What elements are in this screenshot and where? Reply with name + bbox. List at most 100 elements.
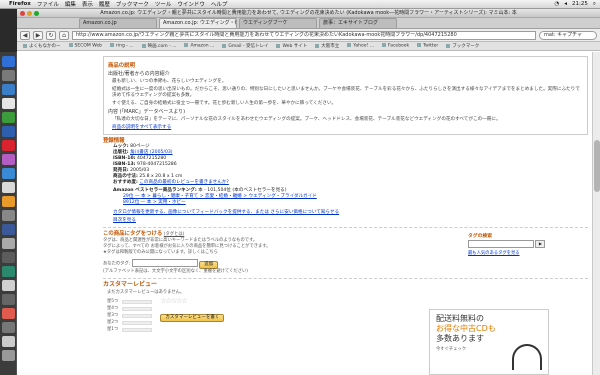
star-rating: ☆☆☆☆☆ xyxy=(160,296,187,305)
menu-edit[interactable]: 編集 xyxy=(65,0,76,8)
description-title: 商品の説明 xyxy=(108,63,135,69)
popular-tags-link[interactable]: 最も人気のあるタグを見る xyxy=(468,251,520,256)
navigation-toolbar: ◀ ▶ ↻ ⌂ http://www.amazon.co.jp/ウエディング親と… xyxy=(17,29,600,42)
forward-button[interactable]: ▶ xyxy=(33,30,43,40)
search-input[interactable]: mat: キャプチャ xyxy=(539,30,597,40)
app-icon-3[interactable] xyxy=(2,84,15,95)
app-icon-7[interactable] xyxy=(2,140,15,151)
category-rank-link[interactable]: 8912位 ― 本 > 実用・ホビー xyxy=(123,200,186,205)
bookmark-item[interactable]: 大阪市立 xyxy=(315,43,339,49)
app-menu[interactable]: Firefox xyxy=(9,1,31,7)
headphones-icon xyxy=(512,344,542,370)
menu-bookmarks[interactable]: ブックマーク xyxy=(116,0,149,8)
minimize-icon[interactable] xyxy=(27,11,32,16)
address-bar[interactable]: http://www.amazon.co.jp/ウエディング親と夢共にスタイル時… xyxy=(72,30,536,40)
rating-row: 星2つ xyxy=(107,320,153,326)
write-review-button[interactable]: カスタマーレビューを書く xyxy=(160,313,225,322)
tag-input-label: あなたのタグ: xyxy=(103,261,131,267)
back-button[interactable]: ◀ xyxy=(20,30,30,40)
app-icon-20[interactable] xyxy=(2,322,15,333)
ad-text: 配送料無料の xyxy=(436,314,484,323)
category-rank-link[interactable]: 29位 ― 本 > 暮らし・健康・子育て > 恋愛・結婚・離婚 > ウエディング… xyxy=(123,194,317,199)
menu-help[interactable]: ヘルプ xyxy=(211,0,228,8)
feedback-link[interactable]: カタログ情報を更新する、画像についてフィードバックを提供する、または さらに安い… xyxy=(113,210,339,215)
app-icon-6[interactable] xyxy=(2,126,15,137)
show-full-description-link[interactable]: 商品の説明をすべて表示する xyxy=(112,125,171,130)
app-icon-10[interactable] xyxy=(2,182,15,193)
home-icon[interactable]: ⌂ xyxy=(59,30,69,40)
app-icon-8[interactable] xyxy=(2,154,15,165)
reviews-title: カスタマーレビュー xyxy=(103,280,158,288)
title-bar: Amazon.co.jp: ウエディング・親と夢共にスタイル時間と費用能力をあわ… xyxy=(17,9,600,18)
zoom-icon[interactable] xyxy=(34,11,39,16)
detail-row: おすすめ度: この商品の最初のレビューを書きませんか? xyxy=(113,180,229,185)
bookmark-item[interactable]: ブックマーク xyxy=(446,43,479,49)
tags-title: この商品にタグをつける xyxy=(103,231,163,237)
marc-heading: 内容 (「MARC」データベースより) xyxy=(108,109,186,115)
app-icon-18[interactable] xyxy=(2,294,15,305)
app-icon-2[interactable] xyxy=(2,70,15,81)
tag-input[interactable] xyxy=(131,259,198,267)
app-icon-16[interactable] xyxy=(2,266,15,277)
dock xyxy=(0,52,17,375)
tab-amazon-home[interactable]: Amazon.co.jp xyxy=(79,18,157,28)
marc-text: 「私達の大切な日」をテーマに、パーソナルな花のスタイルをあわせたウエディングの提… xyxy=(112,117,501,122)
description-text: 最も新しい、いつの季節も、花らしいウエディングを。 xyxy=(112,79,227,84)
spotlight-icon[interactable]: ⌕ xyxy=(593,1,596,8)
menu-bar: Firefox ファイル 編集 表示 履歴 ブックマーク ツール ウインドウ ヘ… xyxy=(0,0,600,9)
app-icon-9[interactable] xyxy=(2,168,15,179)
tag-search-button[interactable]: ▶ xyxy=(535,240,546,248)
browser-window: Amazon.co.jp: ウエディング・親と夢共にスタイル時間と費用能力をあわ… xyxy=(17,9,600,375)
bookmark-item[interactable]: Gmail - 受信トレイ xyxy=(222,43,268,49)
bookmark-item[interactable]: Yahoo! ... xyxy=(347,43,374,49)
product-description: 商品の説明 出版社/著者からの内容紹介 最も新しい、いつの季節も、花らしいウエデ… xyxy=(103,56,588,135)
finder-icon[interactable] xyxy=(2,56,15,67)
bookmark-item[interactable]: 映画.com - ... xyxy=(142,43,177,49)
window-title: Amazon.co.jp: ウエディング・親と夢共にスタイル時間と費用能力をあわ… xyxy=(100,10,517,16)
scrollbar-thumb[interactable] xyxy=(594,140,600,192)
app-icon-14[interactable] xyxy=(2,238,15,249)
volume-icon[interactable]: ◂ xyxy=(564,1,567,8)
app-icon-19[interactable] xyxy=(2,308,15,319)
menu-file[interactable]: ファイル xyxy=(37,0,59,8)
bookmarks-bar: よくもなかのー SECOM Web ring - ... 映画.com - ..… xyxy=(17,42,600,51)
bookmark-item[interactable]: Amazon ... xyxy=(184,43,214,49)
rating-row: 星4つ xyxy=(107,306,153,312)
bookmark-item[interactable]: よくもなかのー xyxy=(23,43,61,49)
tag-add-button[interactable]: 追加 xyxy=(199,260,219,269)
contents-link[interactable]: 目次を見る xyxy=(113,218,136,223)
rating-row: 星5つ xyxy=(107,299,153,305)
menu-window[interactable]: ウインドウ xyxy=(177,0,205,8)
reload-button[interactable]: ↻ xyxy=(46,30,56,40)
tags-desc: ★タグは和製版でのみ公開になっています。詳しくはこちら xyxy=(103,250,218,255)
bookmark-item[interactable]: Web サイト xyxy=(276,43,307,49)
wifi-icon[interactable]: ◔ xyxy=(554,1,559,8)
menu-history[interactable]: 履歴 xyxy=(99,0,110,8)
close-icon[interactable] xyxy=(20,11,25,16)
bookmark-item[interactable]: ring - ... xyxy=(110,43,134,49)
used-cd-ad[interactable]: 配送料無料の お得な中古CDも 多数あります 今すぐチェック xyxy=(429,309,549,375)
tab-blog[interactable]: 旅事：エキサイトブログ xyxy=(319,18,397,28)
app-icon-12[interactable] xyxy=(2,210,15,221)
menu-tools[interactable]: ツール xyxy=(155,0,172,8)
tab-bouquet[interactable]: ウエディングブーケ xyxy=(239,18,317,28)
app-icon-11[interactable] xyxy=(2,196,15,207)
tag-search-input[interactable] xyxy=(468,240,534,248)
bookmark-item[interactable]: Twitter xyxy=(417,43,438,49)
bookmark-item[interactable]: SECOM Web xyxy=(69,43,103,49)
app-icon-21[interactable] xyxy=(2,336,15,347)
app-icon-15[interactable] xyxy=(2,252,15,263)
app-icon-17[interactable] xyxy=(2,280,15,291)
bookmark-item[interactable]: Facebook xyxy=(382,43,409,49)
tab-product[interactable]: Amazon.co.jp: ウエディング・親... xyxy=(159,18,237,28)
description-text: 結婚式は一生に一度の思い出深いもの。だからこそ、思い通りの、特別な日にしたいと思… xyxy=(112,87,580,98)
app-icon-5[interactable] xyxy=(2,112,15,123)
menu-view[interactable]: 表示 xyxy=(82,0,93,8)
app-icon-4[interactable] xyxy=(2,98,15,109)
rating-row: 星3つ xyxy=(107,313,153,319)
page-scrollbar[interactable] xyxy=(592,52,600,375)
clock[interactable]: 21:25 xyxy=(572,1,588,8)
app-icon-13[interactable] xyxy=(2,224,15,235)
trash-icon[interactable] xyxy=(2,350,15,361)
what-are-tags-link[interactable]: (タグとは) xyxy=(164,232,185,237)
